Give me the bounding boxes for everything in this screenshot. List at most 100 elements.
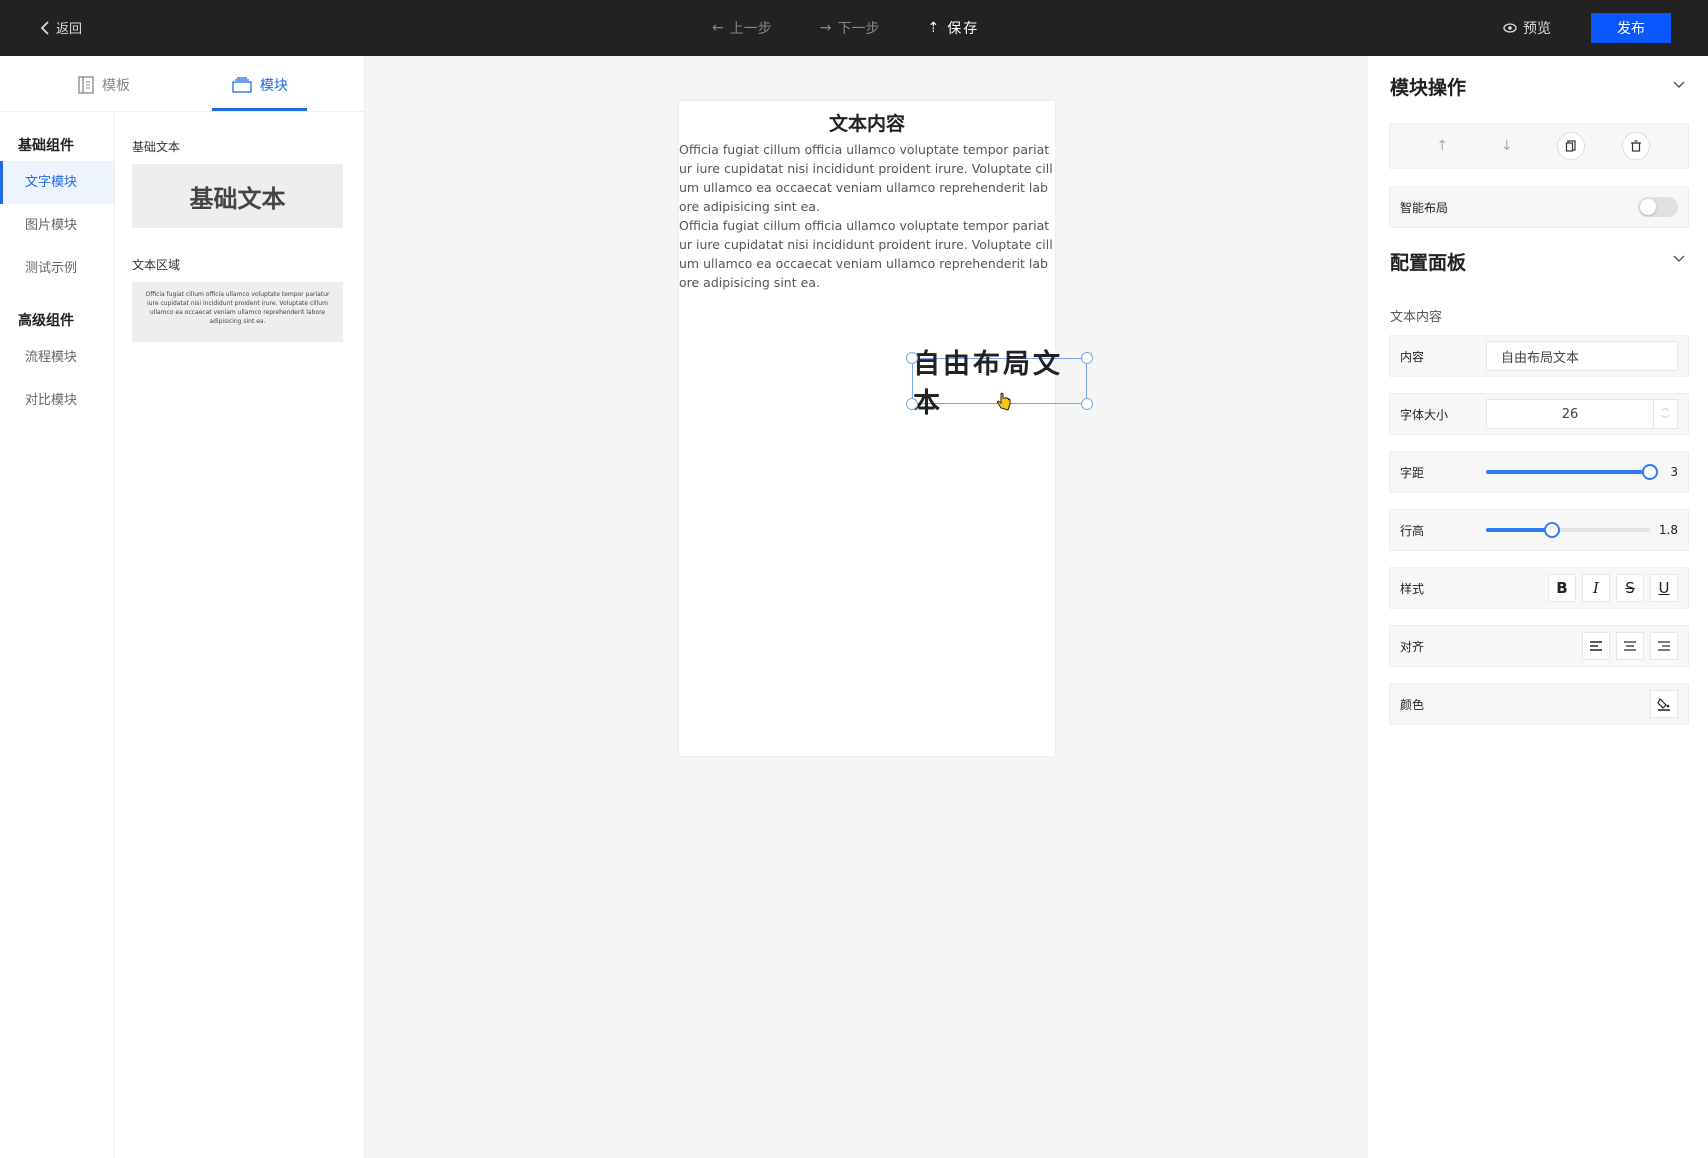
- save-label: 保存: [947, 21, 980, 37]
- resize-handle-bottom-left[interactable]: [906, 398, 918, 410]
- tab-template[interactable]: 模板: [78, 75, 130, 95]
- font-size-row: 字体大小 26 ︿ ﹀: [1389, 393, 1689, 435]
- hand-cursor-icon: [996, 392, 1011, 411]
- tab-template-label: 模板: [102, 78, 130, 94]
- color-label: 颜色: [1400, 697, 1425, 712]
- move-down-button[interactable]: ↓: [1493, 132, 1521, 160]
- line-height-label: 行高: [1400, 523, 1425, 538]
- align-left-button[interactable]: [1582, 632, 1610, 660]
- chevron-left-icon: [40, 20, 49, 35]
- block-label-basic-text: 基础文本: [132, 140, 181, 154]
- arrow-down-icon: ↓: [1500, 138, 1513, 154]
- upload-icon: ⇡: [927, 20, 942, 36]
- paint-bucket-icon: [1657, 697, 1670, 711]
- left-panel: 模板 模块 基础组件 文字模块 图片模块 测试示例 高级组件 流程模块 对比模块…: [0, 56, 365, 1158]
- stepper-buttons[interactable]: ︿ ﹀: [1653, 400, 1677, 428]
- category-item-compare[interactable]: 对比模块: [0, 379, 114, 422]
- chevron-down-icon[interactable]: ﹀: [1662, 414, 1670, 426]
- preview-button[interactable]: 预览: [1503, 18, 1551, 38]
- arrow-left-icon: ←: [712, 20, 724, 36]
- left-tabs: 模板 模块: [0, 56, 364, 112]
- color-picker-button[interactable]: [1650, 690, 1678, 718]
- slider-knob[interactable]: [1642, 464, 1658, 480]
- font-size-label: 字体大小: [1400, 407, 1449, 422]
- save-button[interactable]: ⇡ 保存: [927, 18, 979, 38]
- resize-handle-top-left[interactable]: [906, 352, 918, 364]
- align-right-button[interactable]: [1650, 632, 1678, 660]
- style-label: 样式: [1400, 581, 1425, 596]
- module-ops-title: 模块操作: [1390, 77, 1467, 99]
- chevron-up-icon[interactable]: ︿: [1662, 402, 1670, 414]
- content-label: 内容: [1400, 349, 1425, 364]
- align-center-icon: [1624, 641, 1636, 651]
- align-row: 对齐: [1389, 625, 1689, 667]
- config-panel-title: 配置面板: [1390, 252, 1467, 274]
- canvas-title[interactable]: 文本内容: [679, 109, 1055, 136]
- resize-handle-top-right[interactable]: [1081, 352, 1093, 364]
- eye-icon: [1503, 23, 1517, 33]
- right-panel: 模块操作 ↑ ↓ 智能布局 配置面板 文本内容 内容 自由布局文本 字体大小 2…: [1368, 56, 1708, 1158]
- top-toolbar: 返回 ← 上一步 → 下一步 ⇡ 保存 预览 发布: [0, 0, 1708, 56]
- template-icon: [78, 76, 94, 94]
- align-center-button[interactable]: [1616, 632, 1644, 660]
- content-input[interactable]: 自由布局文本: [1486, 341, 1678, 371]
- history-controls: ← 上一步 → 下一步 ⇡ 保存: [712, 18, 979, 38]
- strikethrough-button[interactable]: S: [1616, 574, 1644, 602]
- back-label: 返回: [56, 22, 83, 37]
- resize-handle-bottom-right[interactable]: [1081, 398, 1093, 410]
- smart-layout-label: 智能布局: [1400, 200, 1449, 215]
- chevron-down-icon[interactable]: [1672, 252, 1686, 266]
- block-card-text-area[interactable]: Officia fugiat cillum officia ullamco vo…: [132, 282, 343, 342]
- redo-button[interactable]: → 下一步: [820, 18, 880, 38]
- layers-icon: [232, 77, 252, 93]
- line-height-slider[interactable]: [1486, 520, 1650, 540]
- chevron-down-icon[interactable]: [1672, 78, 1686, 92]
- font-size-stepper[interactable]: 26 ︿ ﹀: [1486, 399, 1678, 429]
- arrow-up-icon: ↑: [1436, 138, 1449, 154]
- trash-icon: [1630, 140, 1641, 152]
- tab-module[interactable]: 模块: [232, 75, 288, 95]
- back-button[interactable]: 返回: [40, 18, 82, 37]
- publish-button[interactable]: 发布: [1591, 13, 1671, 43]
- letter-spacing-row: 字距 3: [1389, 451, 1689, 493]
- align-right-icon: [1658, 641, 1670, 651]
- delete-button[interactable]: [1621, 132, 1650, 160]
- category-nav: 基础组件 文字模块 图片模块 测试示例 高级组件 流程模块 对比模块: [0, 113, 115, 1158]
- tab-module-label: 模块: [260, 78, 288, 94]
- block-card-basic-text[interactable]: 基础文本: [132, 164, 343, 228]
- category-item-image[interactable]: 图片模块: [0, 204, 114, 247]
- bold-button[interactable]: B: [1548, 574, 1576, 602]
- style-row: 样式 B I S U: [1389, 567, 1689, 609]
- category-group-advanced: 高级组件: [18, 313, 74, 329]
- arrow-right-icon: →: [819, 20, 832, 36]
- underline-button[interactable]: U: [1650, 574, 1678, 602]
- category-item-test[interactable]: 测试示例: [0, 247, 114, 290]
- italic-button[interactable]: I: [1582, 574, 1610, 602]
- config-subhead: 文本内容: [1390, 310, 1443, 325]
- color-row: 颜色: [1389, 683, 1689, 725]
- align-left-icon: [1590, 641, 1602, 651]
- preview-label: 预览: [1523, 21, 1551, 37]
- module-ops-box: ↑ ↓: [1389, 123, 1689, 169]
- category-item-text[interactable]: 文字模块: [0, 161, 114, 204]
- redo-label: 下一步: [837, 21, 880, 37]
- letter-spacing-slider[interactable]: [1486, 462, 1658, 482]
- slider-knob[interactable]: [1543, 522, 1560, 538]
- category-group-basic: 基础组件: [18, 138, 74, 154]
- undo-button[interactable]: ← 上一步: [712, 18, 772, 38]
- letter-spacing-label: 字距: [1400, 465, 1425, 480]
- category-item-flow[interactable]: 流程模块: [0, 336, 114, 379]
- canvas-paragraph[interactable]: Officia fugiat cillum officia ullamco vo…: [679, 140, 1055, 216]
- copy-icon: [1566, 140, 1576, 152]
- line-height-value: 1.8: [1658, 523, 1678, 537]
- smart-layout-toggle[interactable]: [1638, 197, 1678, 217]
- canvas-paragraph[interactable]: Officia fugiat cillum officia ullamco vo…: [679, 216, 1055, 292]
- block-label-text-area: 文本区域: [132, 258, 181, 272]
- canvas-page[interactable]: 文本内容 Officia fugiat cillum officia ullam…: [679, 101, 1055, 756]
- move-up-button[interactable]: ↑: [1428, 132, 1456, 160]
- slider-fill: [1486, 528, 1552, 532]
- content-row: 内容 自由布局文本: [1389, 335, 1689, 377]
- block-list: 基础文本 基础文本 文本区域 Officia fugiat cillum off…: [132, 113, 344, 342]
- copy-button[interactable]: [1557, 132, 1586, 160]
- align-label: 对齐: [1400, 639, 1425, 654]
